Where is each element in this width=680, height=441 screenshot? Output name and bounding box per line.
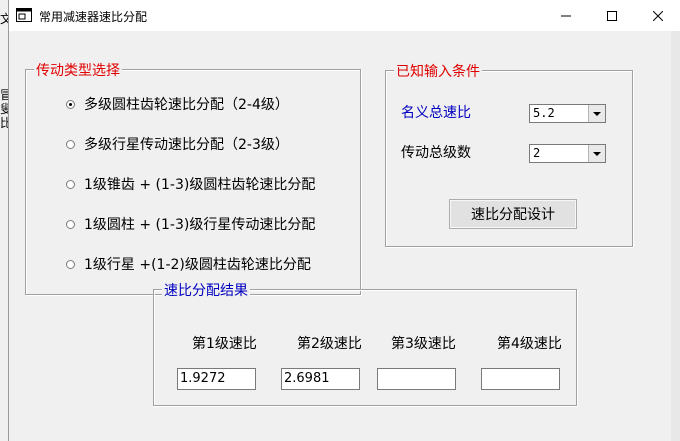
maximize-icon [607,10,617,21]
minimize-icon [561,15,571,16]
chevron-down-icon [593,151,601,156]
radio-option-label: 1级圆柱 + (1-3)级行星传动速比分配 [84,217,316,233]
stage1-ratio-field[interactable]: 1.9272 [177,368,256,390]
stage2-ratio-field[interactable]: 2.6981 [281,368,360,390]
radio-option-2[interactable]: 多级行星传动速比分配（2-3级） [66,134,289,154]
radio-option-label: 1级行星 +(1-2)级圆柱齿轮速比分配 [84,257,311,273]
radio-option-5[interactable]: 1级行星 +(1-2)级圆柱齿轮速比分配 [66,254,311,274]
radio-button[interactable] [66,179,75,189]
radio-button[interactable] [66,219,75,229]
radio-option-3[interactable]: 1级锥齿 + (1-3)级圆柱齿轮速比分配 [66,174,315,194]
known-input-group: 已知输入条件 名义总速比 5.2 传动总级数 2 速比分配设计 [385,61,633,247]
window-title: 常用减速器速比分配 [39,10,148,24]
nominal-ratio-combobox[interactable]: 5.2 [529,104,606,123]
known-input-label: 已知输入条件 [394,61,482,81]
ratio-design-button[interactable]: 速比分配设计 [449,199,577,229]
transmission-type-label: 传动类型选择 [34,60,122,80]
stage1-ratio-header: 第1级速比 [192,336,257,352]
vertical-scrollbar[interactable] [671,31,680,441]
radio-button[interactable] [66,259,75,269]
radio-option-label: 多级圆柱齿轮速比分配（2-4级） [84,97,289,113]
app-window: 常用减速器速比分配 传动类型选择 多级圆柱齿轮速比分配（2-4级） 多级行星传动… [8,0,680,441]
nominal-ratio-value: 5.2 [533,106,555,120]
stage4-ratio-header: 第4级速比 [497,336,562,352]
close-icon [653,10,663,21]
title-bar[interactable]: 常用减速器速比分配 [9,0,680,31]
radio-option-4[interactable]: 1级圆柱 + (1-3)级行星传动速比分配 [66,214,315,234]
app-icon [16,8,32,22]
stage-count-label: 传动总级数 [401,145,471,161]
stage2-ratio-header: 第2级速比 [297,336,362,352]
radio-button-checked[interactable] [66,99,75,109]
stage-count-value: 2 [533,146,541,160]
maximize-button[interactable] [589,0,635,31]
radio-option-label: 多级行星传动速比分配（2-3级） [84,137,289,153]
stage3-ratio-header: 第3级速比 [391,336,456,352]
minimize-button[interactable] [543,0,589,31]
stage-count-combobox[interactable]: 2 [529,144,606,163]
nominal-ratio-label: 名义总速比 [401,105,471,121]
dropdown-button[interactable] [588,105,605,122]
transmission-type-group: 传动类型选择 多级圆柱齿轮速比分配（2-4级） 多级行星传动速比分配（2-3级）… [25,60,361,295]
client-area: 传动类型选择 多级圆柱齿轮速比分配（2-4级） 多级行星传动速比分配（2-3级）… [9,31,671,441]
ratio-result-label: 速比分配结果 [162,280,250,300]
stage4-ratio-field[interactable] [481,368,560,390]
dropdown-button[interactable] [588,145,605,162]
radio-option-label: 1级锥齿 + (1-3)级圆柱齿轮速比分配 [84,177,316,193]
radio-option-1[interactable]: 多级圆柱齿轮速比分配（2-4级） [66,94,289,114]
close-button[interactable] [635,0,680,31]
chevron-down-icon [593,111,601,116]
radio-button[interactable] [66,139,75,149]
stage3-ratio-field[interactable] [377,368,456,390]
